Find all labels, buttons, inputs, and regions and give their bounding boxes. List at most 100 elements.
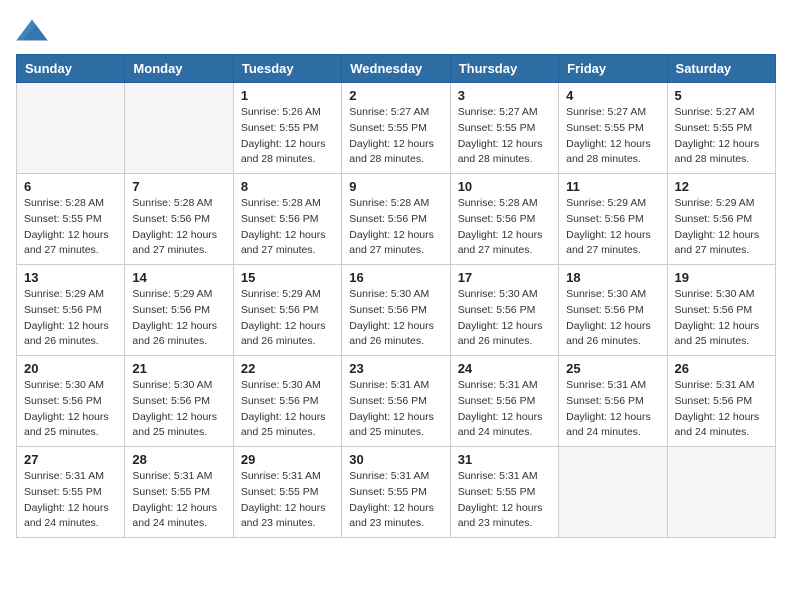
daylight-text: Daylight: 12 hours and 26 minutes. bbox=[241, 320, 326, 348]
sunrise-text: Sunrise: 5:26 AM bbox=[241, 106, 321, 118]
day-info: Sunrise: 5:27 AMSunset: 5:55 PMDaylight:… bbox=[675, 105, 768, 168]
weekday-header-wednesday: Wednesday bbox=[342, 55, 450, 83]
sunset-text: Sunset: 5:55 PM bbox=[24, 213, 102, 225]
day-info: Sunrise: 5:30 AMSunset: 5:56 PMDaylight:… bbox=[24, 378, 117, 441]
daylight-text: Daylight: 12 hours and 28 minutes. bbox=[349, 138, 434, 166]
day-info: Sunrise: 5:31 AMSunset: 5:55 PMDaylight:… bbox=[458, 469, 551, 532]
calendar-day-cell: 17 Sunrise: 5:30 AMSunset: 5:56 PMDayligh… bbox=[450, 265, 558, 356]
sunset-text: Sunset: 5:56 PM bbox=[458, 213, 536, 225]
day-number: 20 bbox=[24, 361, 117, 376]
daylight-text: Daylight: 12 hours and 28 minutes. bbox=[566, 138, 651, 166]
day-info: Sunrise: 5:30 AMSunset: 5:56 PMDaylight:… bbox=[458, 287, 551, 350]
day-number: 29 bbox=[241, 452, 334, 467]
weekday-header-monday: Monday bbox=[125, 55, 233, 83]
calendar-day-cell: 13Sunrise: 5:29 AMSunset: 5:56 PMDayligh… bbox=[17, 265, 125, 356]
sunset-text: Sunset: 5:56 PM bbox=[349, 395, 427, 407]
sunrise-text: Sunrise: 5:28 AM bbox=[24, 197, 104, 209]
daylight-text: Daylight: 12 hours and 25 minutes. bbox=[675, 320, 760, 348]
calendar-day-cell: 4Sunrise: 5:27 AMSunset: 5:55 PMDaylight… bbox=[559, 83, 667, 174]
day-info: Sunrise: 5:30 AMSunset: 5:56 PMDaylight:… bbox=[675, 287, 768, 350]
calendar-day-cell: 16Sunrise: 5:30 AMSunset: 5:56 PMDayligh… bbox=[342, 265, 450, 356]
sunrise-text: Sunrise: 5:31 AM bbox=[458, 470, 538, 482]
daylight-text: Daylight: 12 hours and 24 minutes. bbox=[132, 502, 217, 530]
sunrise-text: Sunrise: 5:29 AM bbox=[24, 288, 104, 300]
day-number: 10 bbox=[458, 179, 551, 194]
daylight-text: Daylight: 12 hours and 27 minutes. bbox=[132, 229, 217, 257]
sunrise-text: Sunrise: 5:31 AM bbox=[675, 379, 755, 391]
sunrise-text: Sunrise: 5:31 AM bbox=[24, 470, 104, 482]
sunrise-text: Sunrise: 5:29 AM bbox=[675, 197, 755, 209]
day-number: 27 bbox=[24, 452, 117, 467]
day-number: 7 bbox=[132, 179, 225, 194]
daylight-text: Daylight: 12 hours and 24 minutes. bbox=[566, 411, 651, 439]
sunrise-text: Sunrise: 5:28 AM bbox=[349, 197, 429, 209]
day-number: 25 bbox=[566, 361, 659, 376]
day-info: Sunrise: 5:28 AM Sunset: 5:55 PM Daylight:… bbox=[24, 196, 117, 259]
sunrise-text: Sunrise: 5:31 AM bbox=[458, 379, 538, 391]
sunset-text: Sunset: 5:56 PM bbox=[458, 395, 536, 407]
day-number: 14 bbox=[132, 270, 225, 285]
sunrise-text: Sunrise: 5:30 AM bbox=[675, 288, 755, 300]
day-info: Sunrise: 5:27 AMSunset: 5:55 PMDaylight:… bbox=[566, 105, 659, 168]
sunset-text: Sunset: 5:56 PM bbox=[349, 304, 427, 316]
calendar-day-cell: 24Sunrise: 5:31 AMSunset: 5:56 PMDayligh… bbox=[450, 356, 558, 447]
day-number: 9 bbox=[349, 179, 442, 194]
calendar-day-cell bbox=[125, 83, 233, 174]
weekday-header-friday: Friday bbox=[559, 55, 667, 83]
sunset-text: Sunset: 5:56 PM bbox=[675, 213, 753, 225]
daylight-text: Daylight: 12 hours and 28 minutes. bbox=[458, 138, 543, 166]
day-number: 23 bbox=[349, 361, 442, 376]
daylight-text: Daylight: 12 hours and 25 minutes. bbox=[24, 411, 109, 439]
calendar-day-cell: 30Sunrise: 5:31 AMSunset: 5:55 PMDayligh… bbox=[342, 447, 450, 538]
day-info: Sunrise: 5:29 AMSunset: 5:56 PMDaylight:… bbox=[132, 287, 225, 350]
calendar-day-cell: 18Sunrise: 5:30 AMSunset: 5:56 PMDayligh… bbox=[559, 265, 667, 356]
sunset-text: Sunset: 5:55 PM bbox=[241, 486, 319, 498]
logo bbox=[16, 16, 52, 44]
daylight-text: Daylight: 12 hours and 27 minutes. bbox=[458, 229, 543, 257]
sunset-text: Sunset: 5:56 PM bbox=[675, 395, 753, 407]
calendar-day-cell: 7Sunrise: 5:28 AMSunset: 5:56 PMDaylight… bbox=[125, 174, 233, 265]
day-number: 21 bbox=[132, 361, 225, 376]
sunrise-text: Sunrise: 5:30 AM bbox=[566, 288, 646, 300]
daylight-text: Daylight: 12 hours and 26 minutes. bbox=[24, 320, 109, 348]
day-number: 22 bbox=[241, 361, 334, 376]
day-info: Sunrise: 5:28 AMSunset: 5:56 PMDaylight:… bbox=[349, 196, 442, 259]
day-info: Sunrise: 5:27 AMSunset: 5:55 PMDaylight:… bbox=[349, 105, 442, 168]
day-number: 15 bbox=[241, 270, 334, 285]
calendar-day-cell: 2 Sunrise: 5:27 AMSunset: 5:55 PMDaylight… bbox=[342, 83, 450, 174]
weekday-header-sunday: Sunday bbox=[17, 55, 125, 83]
calendar-day-cell: 14 Sunrise: 5:29 AMSunset: 5:56 PMDayligh… bbox=[125, 265, 233, 356]
day-number: 2 bbox=[349, 88, 442, 103]
weekday-header-saturday: Saturday bbox=[667, 55, 775, 83]
day-number: 5 bbox=[675, 88, 768, 103]
calendar-day-cell: 11Sunrise: 5:29 AMSunset: 5:56 PMDayligh… bbox=[559, 174, 667, 265]
daylight-text: Daylight: 12 hours and 24 minutes. bbox=[24, 502, 109, 530]
day-number: 17 bbox=[458, 270, 551, 285]
day-info: Sunrise: 5:31 AMSunset: 5:55 PMDaylight:… bbox=[241, 469, 334, 532]
day-info: Sunrise: 5:29 AMSunset: 5:56 PMDaylight:… bbox=[24, 287, 117, 350]
day-info: Sunrise: 5:30 AMSunset: 5:56 PMDaylight:… bbox=[349, 287, 442, 350]
sunrise-text: Sunrise: 5:27 AM bbox=[458, 106, 538, 118]
sunrise-text: Sunrise: 5:27 AM bbox=[566, 106, 646, 118]
day-number: 11 bbox=[566, 179, 659, 194]
sunrise-text: Sunrise: 5:30 AM bbox=[349, 288, 429, 300]
daylight-text: Daylight: 12 hours and 24 minutes. bbox=[675, 411, 760, 439]
sunrise-text: Sunrise: 5:27 AM bbox=[675, 106, 755, 118]
daylight-text: Daylight: 12 hours and 26 minutes. bbox=[132, 320, 217, 348]
sunset-text: Sunset: 5:55 PM bbox=[675, 122, 753, 134]
daylight-text: Daylight: 12 hours and 25 minutes. bbox=[241, 411, 326, 439]
calendar-day-cell bbox=[17, 83, 125, 174]
calendar-week-row: 6Sunrise: 5:28 AMSunset: 5:55 PMDaylight… bbox=[17, 174, 776, 265]
sunrise-text: Sunrise: 5:27 AM bbox=[349, 106, 429, 118]
daylight-text: Daylight: 12 hours and 24 minutes. bbox=[458, 411, 543, 439]
calendar-day-cell: 25Sunrise: 5:31 AMSunset: 5:56 PMDayligh… bbox=[559, 356, 667, 447]
daylight-text: Daylight: 12 hours and 27 minutes. bbox=[24, 229, 109, 257]
sunrise-text: Sunrise: 5:30 AM bbox=[241, 379, 321, 391]
sunset-text: Sunset: 5:56 PM bbox=[132, 395, 210, 407]
calendar-header-row: SundayMondayTuesdayWednesdayThursdayFrid… bbox=[17, 55, 776, 83]
calendar-day-cell: 12Sunrise: 5:29 AMSunset: 5:56 PMDayligh… bbox=[667, 174, 775, 265]
daylight-text: Daylight: 12 hours and 25 minutes. bbox=[349, 411, 434, 439]
day-number: 30 bbox=[349, 452, 442, 467]
day-number: 28 bbox=[132, 452, 225, 467]
day-info: Sunrise: 5:28 AMSunset: 5:56 PMDaylight:… bbox=[241, 196, 334, 259]
